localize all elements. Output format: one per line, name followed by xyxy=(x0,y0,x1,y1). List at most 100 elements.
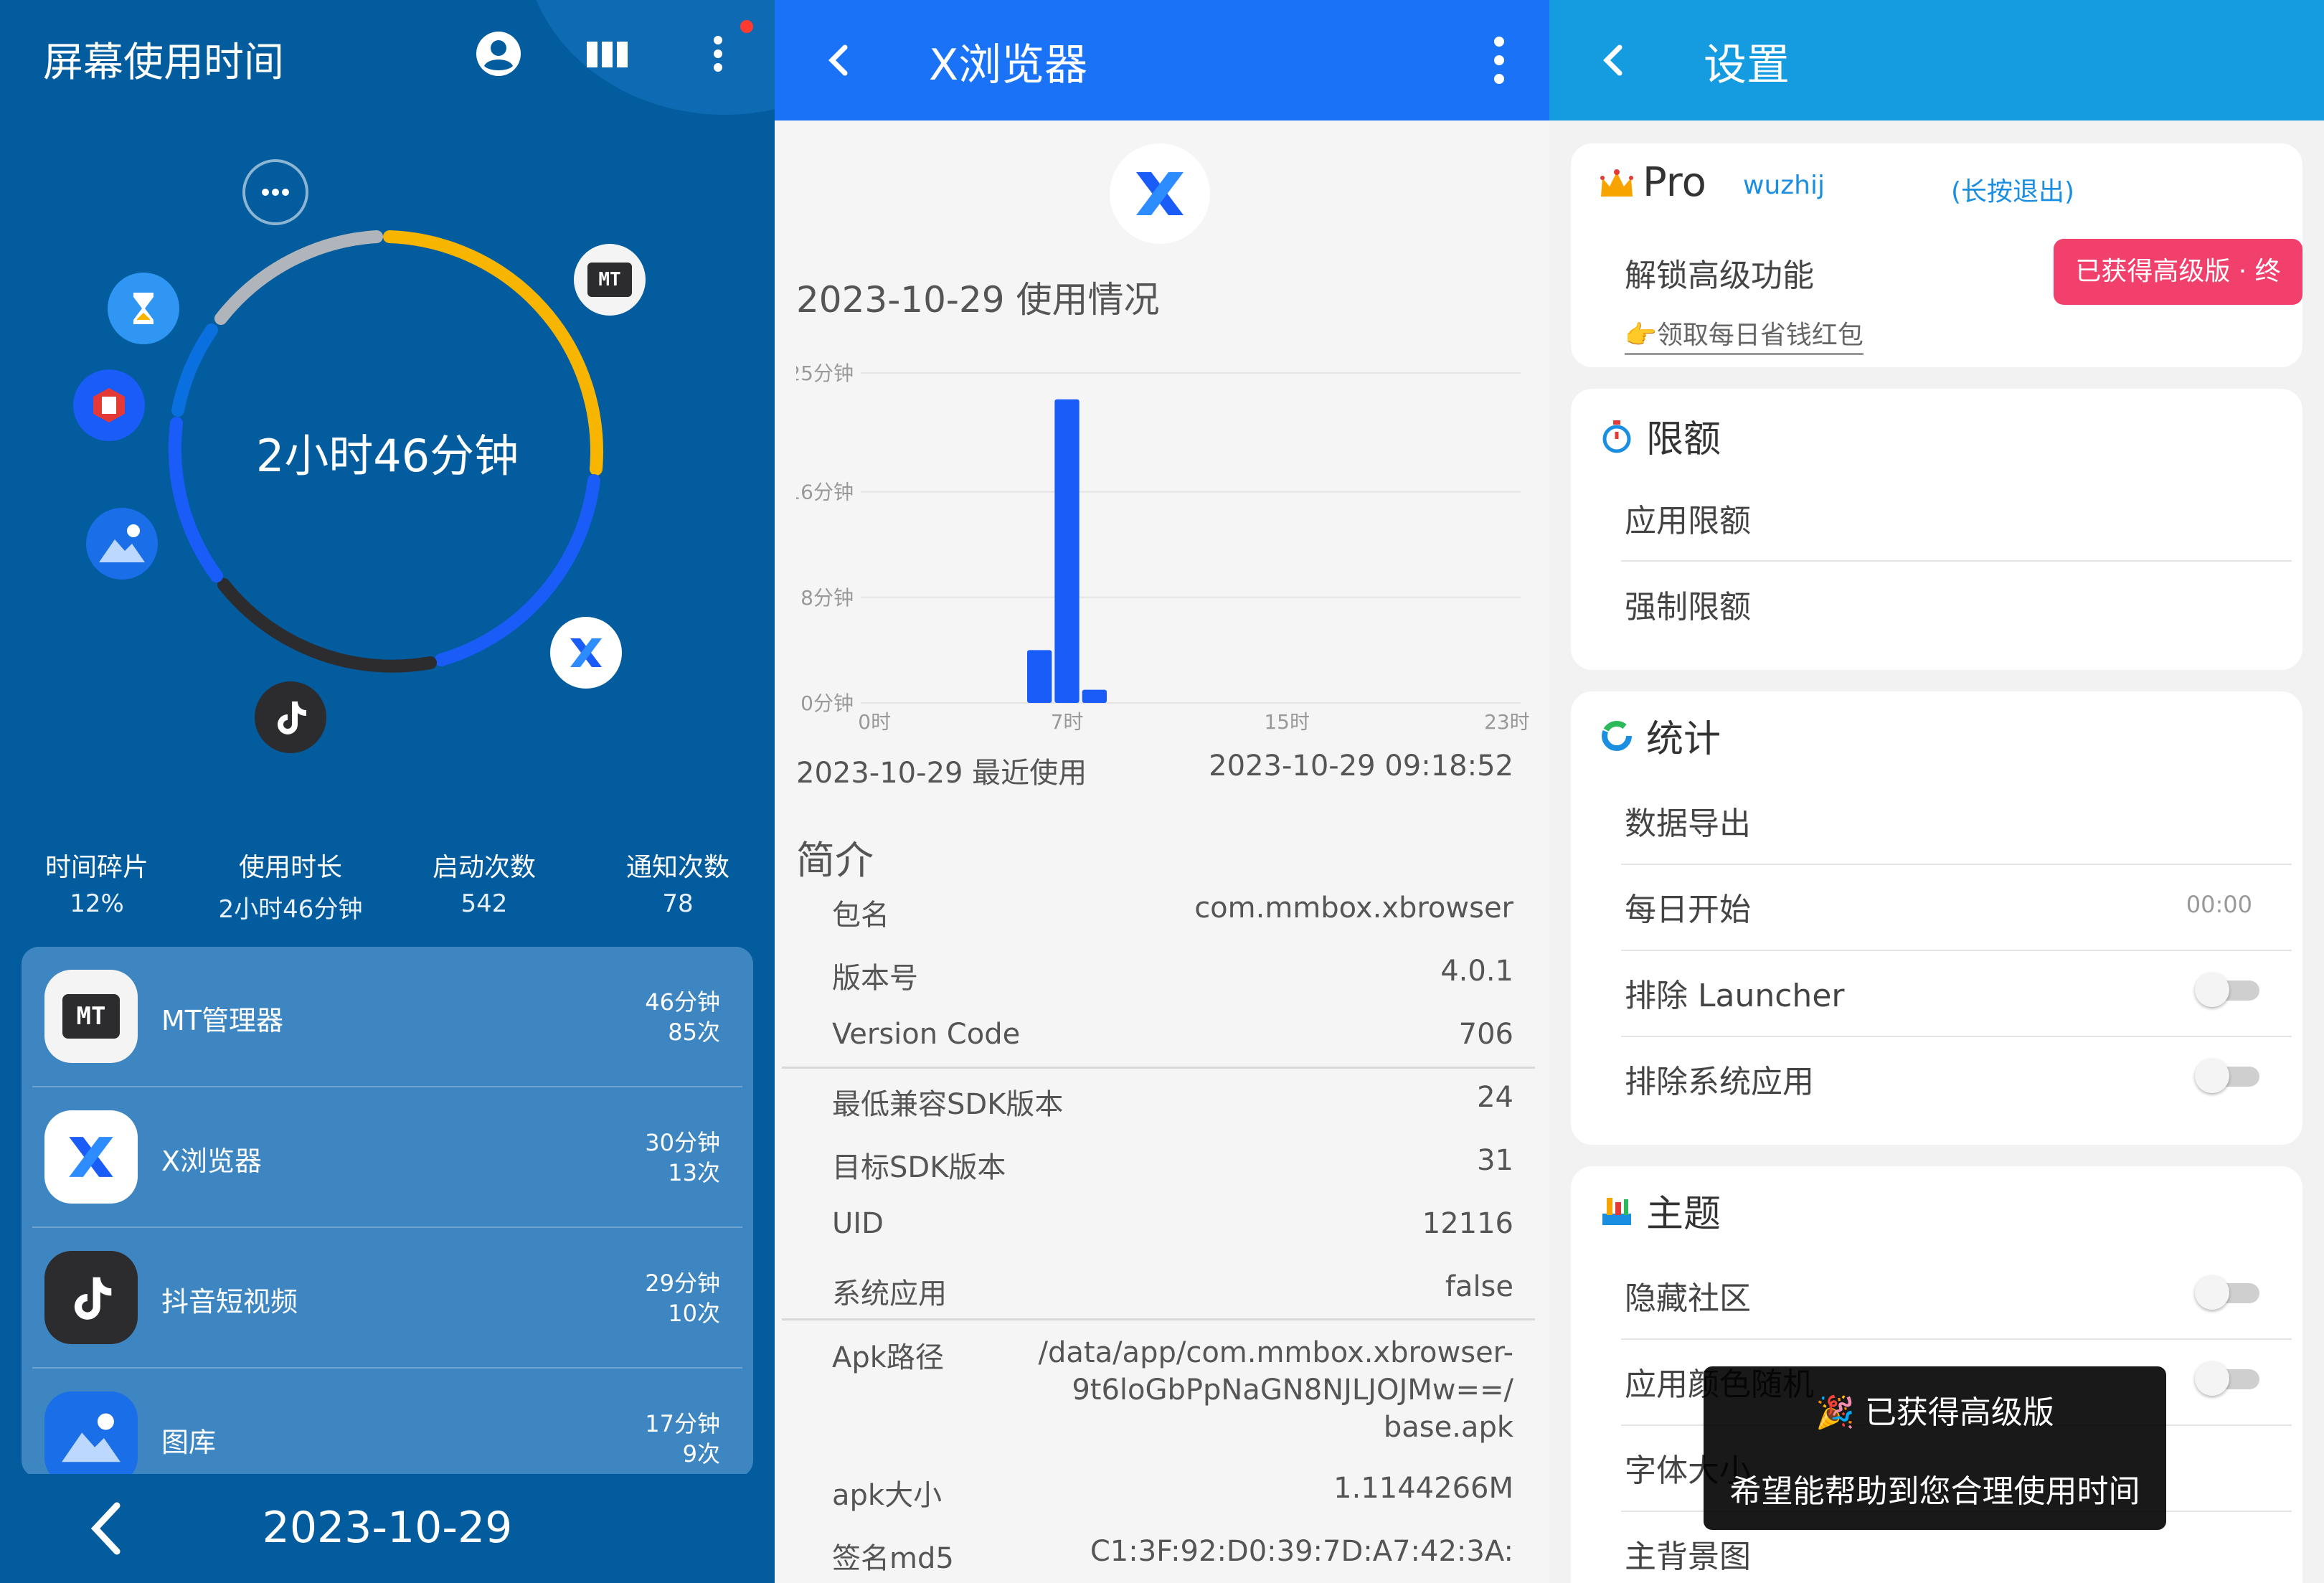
hourglass-icon xyxy=(133,293,153,324)
bar xyxy=(1054,399,1080,703)
gallery-icon xyxy=(44,1391,138,1478)
more-apps-button[interactable] xyxy=(242,159,308,225)
gallery-app-bubble[interactable] xyxy=(86,508,158,580)
data-export-item[interactable]: 数据导出 xyxy=(1625,798,1751,844)
limit-card: 限额 应用限额 强制限额 xyxy=(1571,389,2302,670)
pro-card: Pro wuzhij (长按退出) 解锁高级功能 已获得高级版 · 终 👉领取每… xyxy=(1571,143,2302,367)
back-arrow-icon[interactable] xyxy=(819,39,859,82)
bar xyxy=(1082,689,1107,703)
hide-community-toggle[interactable] xyxy=(2195,1275,2264,1310)
day-start-item[interactable]: 每日开始 xyxy=(1625,884,1751,930)
page-title: 屏幕使用时间 xyxy=(43,39,284,86)
exit-hint[interactable]: (长按退出) xyxy=(1951,171,2074,208)
app-count: 10次 xyxy=(668,1300,720,1327)
total-usage-time: 2小时46分钟 xyxy=(255,430,519,482)
list-item[interactable]: X浏览器 30分钟 13次 xyxy=(22,1087,753,1228)
info-value: 4.0.1 xyxy=(1440,955,1513,988)
premium-badge-button[interactable]: 已获得高级版 · 终 xyxy=(2054,239,2302,305)
info-value: 12116 xyxy=(1422,1207,1513,1240)
info-value: 706 xyxy=(1458,1018,1513,1051)
app-limit-item[interactable]: 应用限额 xyxy=(1625,495,1751,541)
palette-icon xyxy=(1602,1198,1631,1225)
section-title-theme: 主题 xyxy=(1646,1193,1721,1236)
exclude-system-toggle[interactable] xyxy=(2195,1059,2264,1093)
info-key: 系统应用 xyxy=(832,1277,947,1310)
apk-path-value: /data/app/com.mmbox.xbrowser- 9t6loGbPpN… xyxy=(1011,1334,1514,1446)
x-browser-app-bubble[interactable] xyxy=(550,617,622,689)
pro-username[interactable]: wuzhij xyxy=(1743,171,1825,200)
x-tick-label: 15时 xyxy=(1264,710,1310,734)
stats-row: 时间碎片 12% 使用时长 2小时46分钟 启动次数 542 通知次数 78 xyxy=(0,846,775,924)
more-vert-icon[interactable] xyxy=(693,29,743,79)
gallery-icon xyxy=(99,524,145,562)
section-title-stats: 统计 xyxy=(1646,718,1721,761)
tiktok-icon xyxy=(278,701,306,734)
apk-path-line: /data/app/com.mmbox.xbrowser- xyxy=(1038,1336,1514,1369)
hourglass-app-bubble[interactable] xyxy=(108,273,179,344)
usage-title: 2023-10-29 使用情况 xyxy=(796,279,1160,321)
x-browser-icon xyxy=(570,638,602,667)
mt-manager-app-bubble[interactable]: MT xyxy=(574,244,646,316)
timer-icon xyxy=(1602,420,1631,453)
app-name: 抖音短视频 xyxy=(161,1286,298,1318)
divider xyxy=(782,1067,1535,1069)
app-bar: 设置 xyxy=(1549,0,2324,121)
x-tick-label: 23时 xyxy=(1484,710,1530,734)
stat-label: 使用时长 xyxy=(238,853,342,882)
info-key: 签名md5 xyxy=(832,1542,954,1575)
background-image-item[interactable]: 主背景图 xyxy=(1625,1531,1751,1577)
stat-label: 通知次数 xyxy=(625,853,729,882)
screen-time-panel: 屏幕使用时间 2小时46分钟 MT 时间碎片 12% 使用时长 2小时46分钟 … xyxy=(0,0,775,1583)
tiktok-icon xyxy=(44,1251,138,1344)
y-tick-label: 25分钟 xyxy=(796,362,854,385)
force-limit-item[interactable]: 强制限额 xyxy=(1625,581,1751,627)
y-tick-label: 8分钟 xyxy=(800,586,854,610)
apk-path-line: base.apk xyxy=(1383,1411,1513,1444)
app-logo xyxy=(1110,143,1210,244)
more-vert-icon[interactable] xyxy=(1481,32,1517,89)
stat-label: 启动次数 xyxy=(432,853,536,882)
info-key: 目标SDK版本 xyxy=(832,1151,1006,1184)
toast-message: 希望能帮助到您合理使用时间 xyxy=(1729,1473,2140,1510)
divider xyxy=(1621,1338,2292,1340)
divider xyxy=(782,1318,1535,1320)
shield-app-bubble[interactable] xyxy=(73,369,145,441)
info-key: apk大小 xyxy=(832,1479,943,1512)
mt-manager-icon: MT xyxy=(44,970,138,1063)
stats-card: 统计 数据导出 每日开始 00:00 排除 Launcher 排除系统应用 xyxy=(1571,691,2302,1145)
y-tick-label: 16分钟 xyxy=(796,481,854,504)
exclude-launcher-toggle[interactable] xyxy=(2195,973,2264,1007)
date-bar: 2023-10-29 xyxy=(0,1474,775,1583)
hexagon-app-icon xyxy=(93,388,125,422)
divider xyxy=(1621,560,2292,562)
top-bar: 屏幕使用时间 xyxy=(0,0,775,115)
tiktok-app-bubble[interactable] xyxy=(255,681,326,753)
unlock-premium-label[interactable]: 解锁高级功能 xyxy=(1625,250,1814,296)
app-duration: 30分钟 xyxy=(645,1129,720,1156)
page-title: 设置 xyxy=(1704,40,1790,90)
divider xyxy=(1621,864,2292,865)
red-packet-link[interactable]: 👉领取每日省钱红包 xyxy=(1625,314,1864,355)
columns-view-icon[interactable] xyxy=(582,29,633,79)
hide-community-item: 隐藏社区 xyxy=(1625,1280,1751,1317)
stat-notifications: 通知次数 78 xyxy=(581,846,775,918)
info-key: 版本号 xyxy=(832,962,918,995)
list-item[interactable]: 图库 17分钟 9次 xyxy=(22,1369,753,1478)
app-usage-list: MT MT管理器 46分钟 85次 X浏览器 30分钟 13次 抖音短视频 29… xyxy=(22,947,753,1478)
app-count: 85次 xyxy=(668,1019,720,1046)
random-app-color-toggle[interactable] xyxy=(2195,1361,2264,1396)
crown-icon xyxy=(1600,169,1633,197)
list-item[interactable]: MT MT管理器 46分钟 85次 xyxy=(22,947,753,1087)
list-item[interactable]: 抖音短视频 29分钟 10次 xyxy=(22,1228,753,1369)
info-value: C1:3F:92:D0:39:7D:A7:42:3A: xyxy=(1090,1535,1513,1568)
section-title-limit: 限额 xyxy=(1646,418,1721,461)
toast: 🎉 已获得高级版 希望能帮助到您合理使用时间 xyxy=(1704,1366,2166,1530)
back-arrow-icon[interactable] xyxy=(1594,39,1634,82)
account-icon[interactable] xyxy=(473,29,524,79)
current-date[interactable]: 2023-10-29 xyxy=(0,1503,775,1553)
stat-duration: 使用时长 2小时46分钟 xyxy=(194,846,387,925)
apk-path-line: 9t6loGbPpNaGN8NJLJOJMw==/ xyxy=(1072,1374,1513,1407)
notification-dot xyxy=(740,20,753,33)
info-value: 31 xyxy=(1477,1144,1513,1177)
more-horiz-icon xyxy=(262,189,289,196)
